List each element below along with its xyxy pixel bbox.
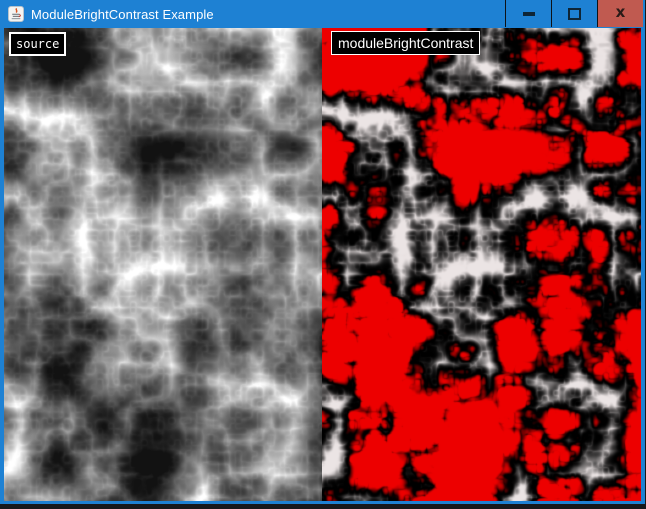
source-image-canvas xyxy=(4,28,322,501)
panel-result: moduleBrightContrast xyxy=(322,28,641,501)
panel-label-source: source xyxy=(9,32,66,56)
panel-label-result: moduleBrightContrast xyxy=(331,31,480,55)
maximize-icon xyxy=(568,8,581,20)
screen: ModuleBrightContrast Example x source xyxy=(0,0,646,509)
titlebar[interactable]: ModuleBrightContrast Example x xyxy=(0,0,645,28)
maximize-button[interactable] xyxy=(551,0,597,27)
minimize-button[interactable] xyxy=(505,0,551,27)
minimize-icon xyxy=(523,12,535,16)
java-app-icon[interactable] xyxy=(8,6,24,22)
close-icon: x xyxy=(616,5,626,20)
result-image-canvas xyxy=(322,28,641,501)
panel-source: source xyxy=(4,28,322,501)
window-title: ModuleBrightContrast Example xyxy=(31,7,214,22)
close-button[interactable]: x xyxy=(597,0,643,27)
window-controls: x xyxy=(505,0,643,27)
app-window: ModuleBrightContrast Example x source xyxy=(0,0,645,504)
image-content-area: source moduleBrightContrast xyxy=(4,28,641,501)
